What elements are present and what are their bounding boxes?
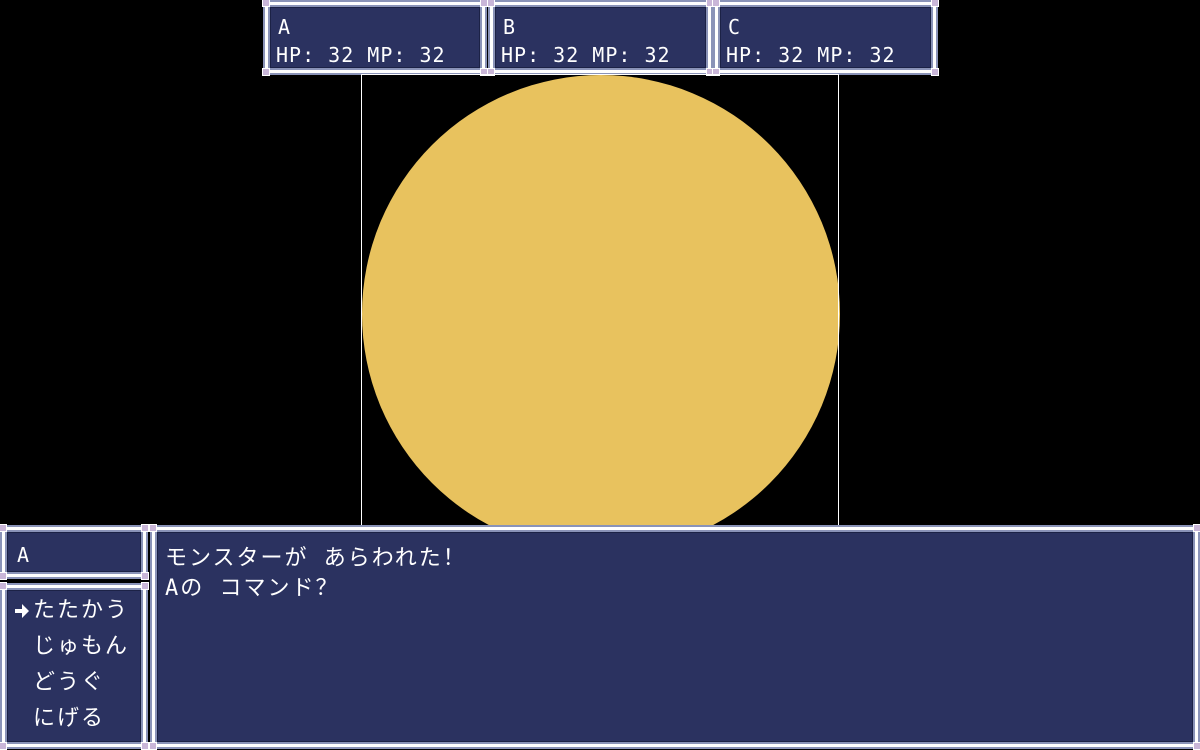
- actor-name: A: [17, 543, 31, 567]
- command-spell[interactable]: じゅもん: [33, 632, 129, 662]
- monster-target-frame: [361, 74, 839, 554]
- party-member-stats: HP: 32 MP: 32: [501, 43, 671, 67]
- party-member-stats: HP: 32 MP: 32: [726, 43, 896, 67]
- party-member-name: C: [728, 15, 742, 39]
- message-window: モンスターが あらわれた！ Aの コマンド？: [149, 524, 1200, 750]
- party-member-stats: HP: 32 MP: 32: [276, 43, 446, 67]
- command-flee[interactable]: にげる: [33, 704, 105, 734]
- command-menu: たたかう じゅもん どうぐ にげる: [0, 582, 149, 750]
- party-member-name: B: [503, 15, 517, 39]
- command-item[interactable]: どうぐ: [33, 668, 105, 698]
- arrow-right-icon: [15, 604, 29, 618]
- party-status-window-c: C HP: 32 MP: 32: [712, 0, 939, 76]
- party-status-window-a: A HP: 32 MP: 32: [262, 0, 488, 76]
- command-fight[interactable]: たたかう: [33, 596, 129, 626]
- actor-name-window: A: [0, 524, 149, 580]
- party-member-name: A: [278, 15, 292, 39]
- message-line-2: Aの コマンド？: [165, 576, 340, 601]
- message-line-1: モンスターが あらわれた！: [165, 546, 467, 571]
- party-status-window-b: B HP: 32 MP: 32: [487, 0, 714, 76]
